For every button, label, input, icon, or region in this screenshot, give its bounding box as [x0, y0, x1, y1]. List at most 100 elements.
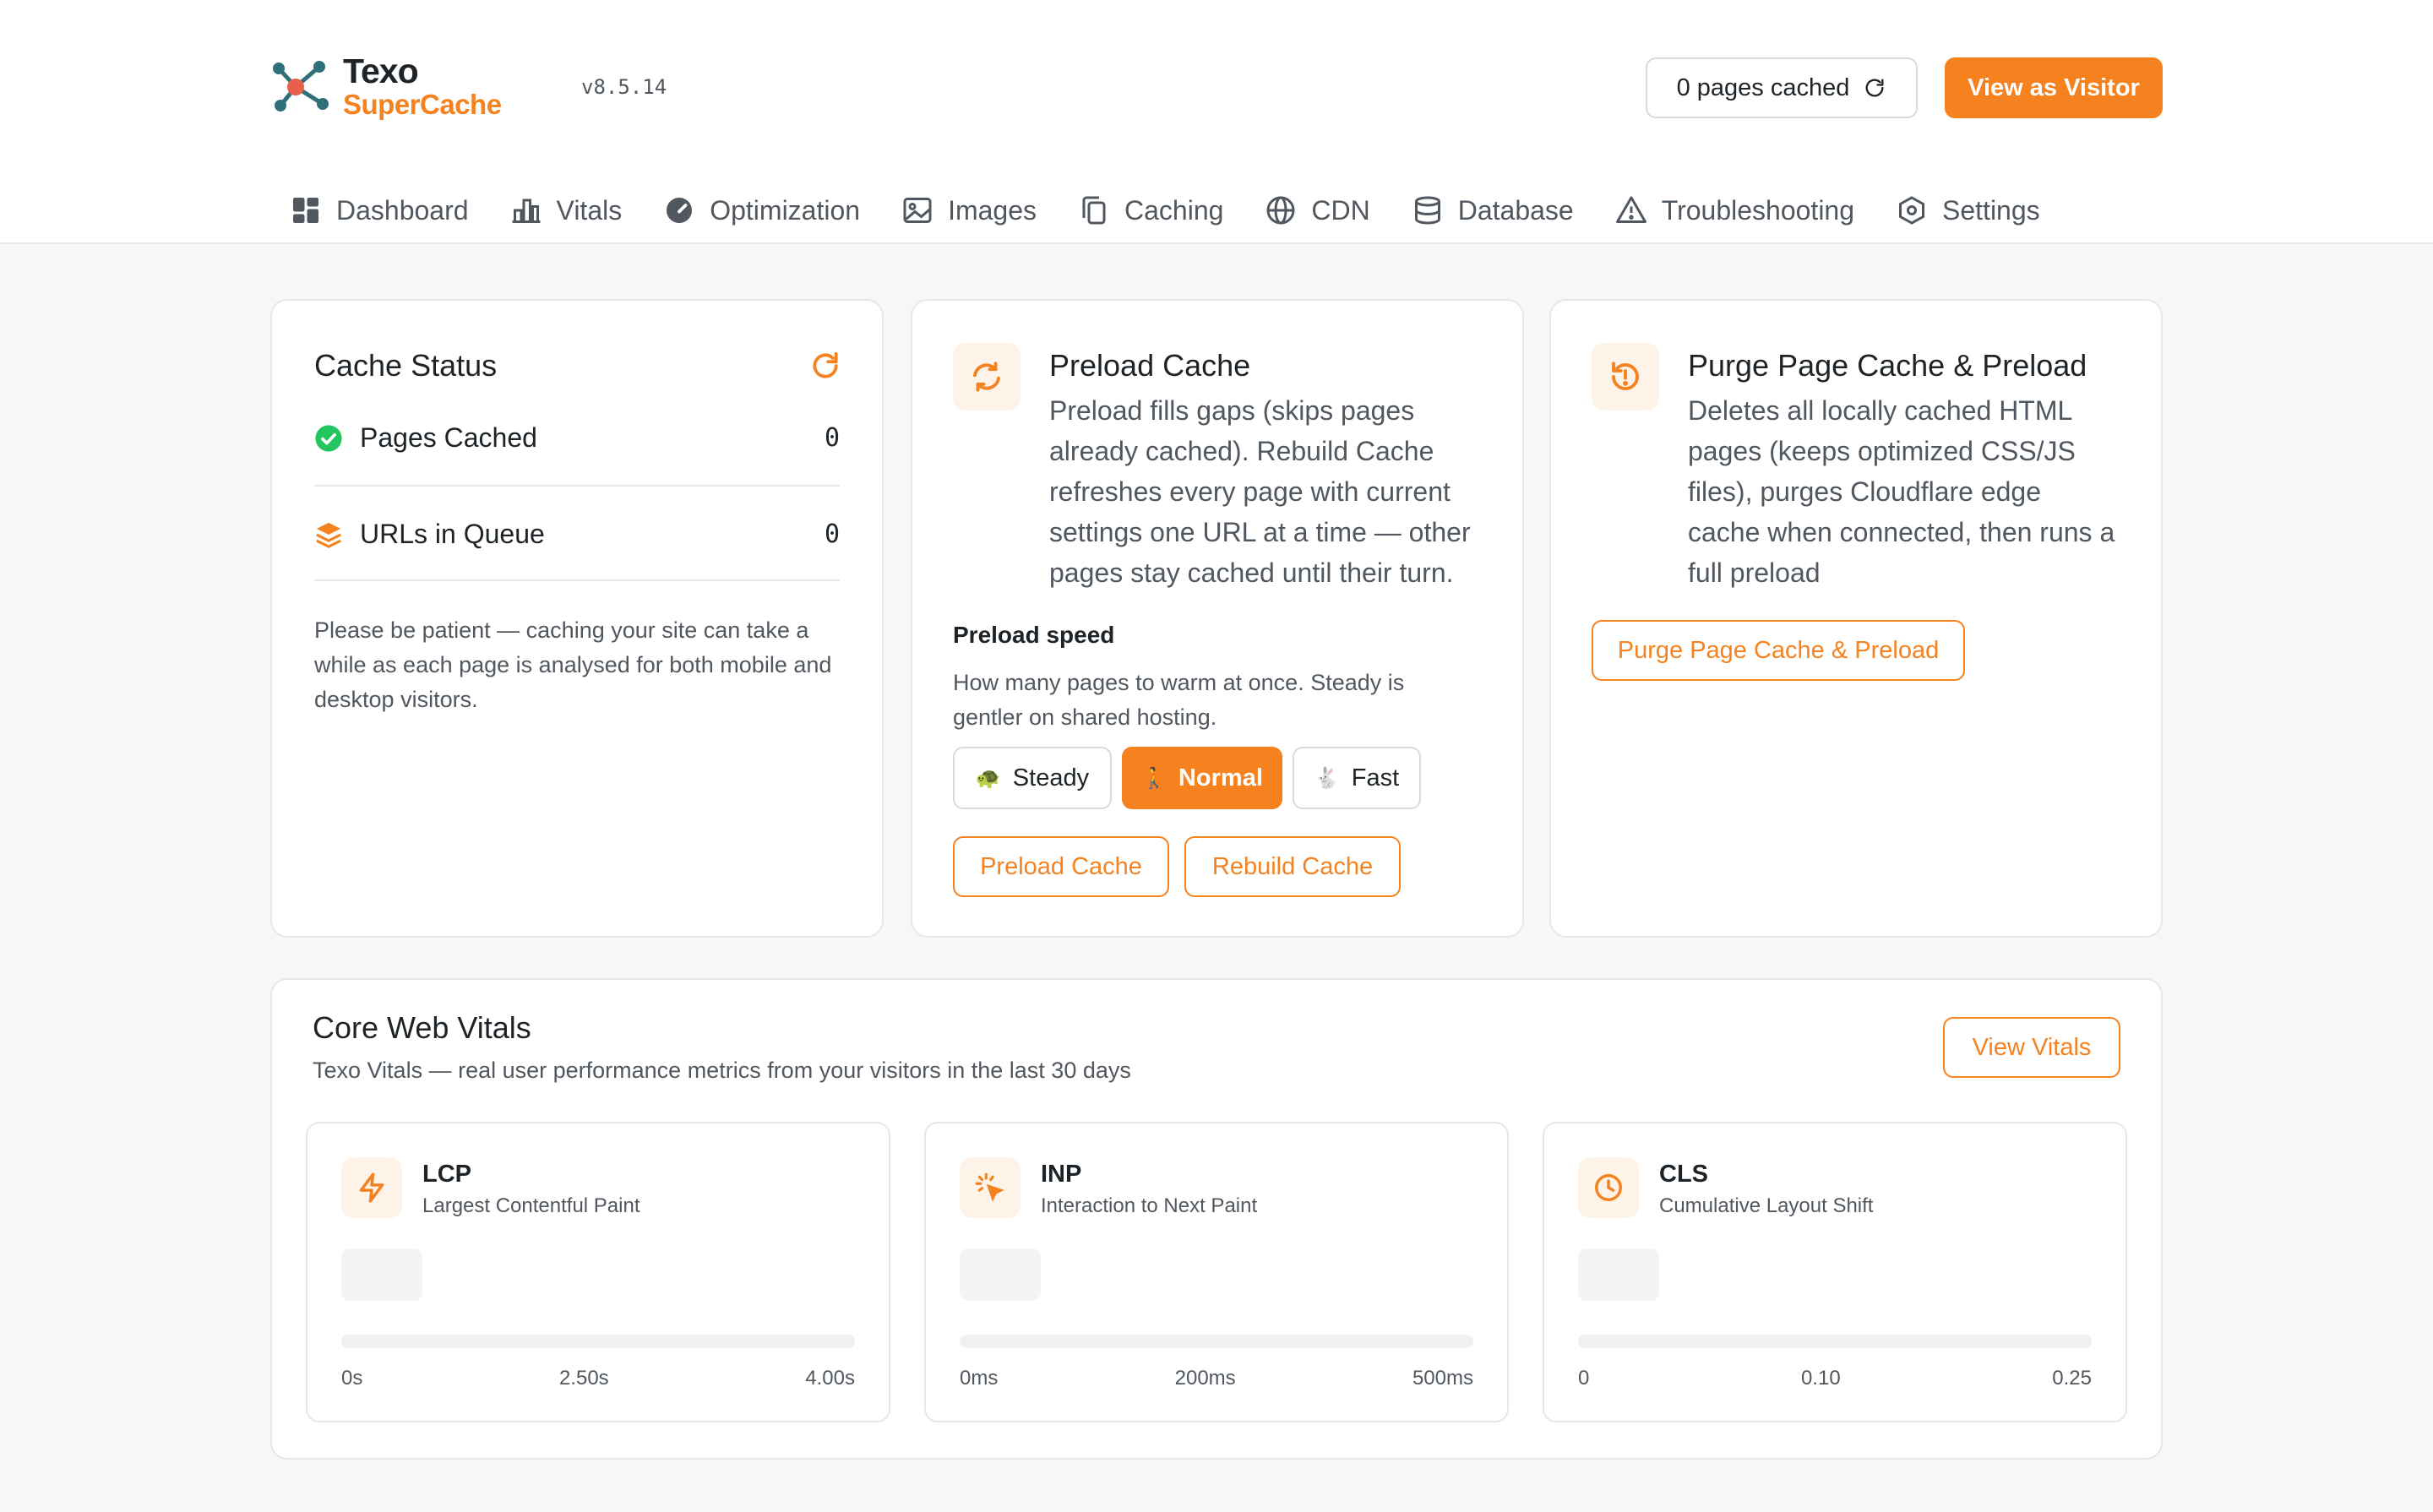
- vital-fullname: Largest Contentful Paint: [422, 1194, 640, 1217]
- tick-label: 0.25: [2052, 1367, 2092, 1390]
- urls-queue-value: 0: [824, 519, 840, 549]
- bar-chart-icon: [512, 199, 541, 223]
- purge-icon-box: [1592, 343, 1659, 411]
- vital-fullname: Cumulative Layout Shift: [1659, 1194, 1874, 1217]
- pages-cached-value: 0: [824, 423, 840, 453]
- vital-fullname: Interaction to Next Paint: [1041, 1194, 1258, 1217]
- vital-value-placeholder: [960, 1248, 1041, 1301]
- layers-icon: [316, 522, 341, 548]
- vital-value-placeholder: [1578, 1248, 1659, 1301]
- speed-steady-button[interactable]: 🐢 Steady: [953, 747, 1112, 809]
- tick-label: 4.00s: [805, 1367, 855, 1390]
- rabbit-icon: 🐇: [1314, 766, 1340, 790]
- speed-label: Fast: [1351, 764, 1400, 791]
- nav-label: Dashboard: [336, 194, 469, 226]
- nav-item-cdn[interactable]: CDN: [1265, 188, 1370, 233]
- brand-name: Texo: [343, 52, 419, 90]
- vital-icon-box: [960, 1157, 1021, 1218]
- nav-item-caching[interactable]: Caching: [1079, 188, 1223, 233]
- tick-label: 0: [1578, 1367, 1590, 1390]
- brand-logo[interactable]: Texo SuperCache: [270, 54, 502, 118]
- refresh-icon: [1865, 79, 1884, 97]
- tick-label: 0.10: [1800, 1367, 1841, 1390]
- preload-card: Preload Cache Preload fills gaps (skips …: [911, 299, 1524, 938]
- preload-title: Preload Cache: [1049, 348, 1251, 383]
- nav-item-vitals[interactable]: Vitals: [511, 188, 623, 233]
- vital-icon-box: [1578, 1157, 1639, 1218]
- preload-cache-button[interactable]: Preload Cache: [953, 836, 1169, 897]
- preload-speed-title: Preload speed: [953, 622, 1115, 648]
- nav-item-dashboard[interactable]: Dashboard: [291, 188, 469, 233]
- divider: [314, 579, 840, 581]
- view-as-visitor-button[interactable]: View as Visitor: [1945, 57, 2163, 118]
- speed-label: Normal: [1178, 764, 1263, 791]
- network-logo-icon: [273, 61, 329, 111]
- tick-label: 2.50s: [558, 1367, 609, 1390]
- nav-item-database[interactable]: Database: [1412, 188, 1574, 233]
- clock-icon: [1595, 1174, 1622, 1201]
- vital-card-lcp: LCP Largest Contentful Paint 0s 2.50s 4.…: [306, 1122, 890, 1422]
- cache-status-title: Cache Status: [314, 348, 498, 383]
- cache-status-card: Cache Status Pages Cached 0 URLs in Queu…: [270, 299, 884, 938]
- nav-label: Vitals: [556, 194, 623, 226]
- nav-label: CDN: [1311, 194, 1370, 226]
- purge-description: Deletes all locally cached HTML pages (k…: [1688, 395, 2115, 588]
- image-icon: [903, 198, 932, 223]
- database-icon: [1414, 196, 1440, 225]
- vital-ticks: 0 0.10 0.25: [1578, 1367, 2092, 1390]
- vital-threshold-bar: [1578, 1335, 2092, 1348]
- preload-icon-box: [953, 343, 1021, 411]
- nav-item-optimization[interactable]: Optimization: [664, 188, 860, 233]
- vital-name: INP: [1041, 1161, 1082, 1188]
- vital-icon-box: [341, 1157, 402, 1218]
- top-bar: Texo SuperCache v8.5.14 0 pages cached V…: [0, 0, 2433, 244]
- reset-alert-icon: [1612, 362, 1639, 390]
- vital-card-inp: INP Interaction to Next Paint 0ms 200ms …: [924, 1122, 1509, 1422]
- vital-threshold-bar: [960, 1335, 1473, 1348]
- version-label: v8.5.14: [581, 75, 667, 99]
- purge-title: Purge Page Cache & Preload: [1688, 348, 2087, 383]
- purge-preload-button[interactable]: Purge Page Cache & Preload: [1592, 620, 1965, 681]
- nav-item-images[interactable]: Images: [902, 188, 1037, 233]
- pages-cached-button[interactable]: 0 pages cached: [1646, 57, 1918, 118]
- speed-label: Steady: [1012, 764, 1090, 791]
- nav-label: Images: [948, 194, 1037, 226]
- vital-ticks: 0ms 200ms 500ms: [960, 1367, 1473, 1390]
- copy-icon: [1082, 196, 1106, 225]
- tick-label: 0s: [341, 1367, 363, 1390]
- tick-label: 500ms: [1412, 1367, 1473, 1390]
- check-circle-icon: [315, 424, 342, 452]
- rebuild-cache-button[interactable]: Rebuild Cache: [1184, 836, 1401, 897]
- vital-threshold-bar: [341, 1335, 855, 1348]
- gauge-icon: [667, 198, 693, 223]
- speed-fast-button[interactable]: 🐇 Fast: [1293, 747, 1421, 809]
- vital-name: CLS: [1659, 1161, 1708, 1188]
- hexagon-settings-icon: [1899, 196, 1925, 225]
- divider: [314, 485, 840, 487]
- vital-card-cls: CLS Cumulative Layout Shift 0 0.10 0.25: [1543, 1122, 2127, 1422]
- globe-icon: [1266, 196, 1295, 225]
- vital-name: LCP: [422, 1161, 471, 1188]
- refresh-icon[interactable]: [809, 350, 841, 382]
- nav-label: Caching: [1124, 194, 1224, 226]
- main-nav: Dashboard Vitals Optimization Images Cac…: [291, 188, 2082, 233]
- nav-label: Troubleshooting: [1661, 194, 1855, 226]
- tick-label: 200ms: [1174, 1367, 1236, 1390]
- nav-label: Database: [1457, 194, 1574, 226]
- brand-product: SuperCache: [343, 89, 502, 120]
- dashboard-icon: [293, 198, 318, 223]
- view-vitals-button[interactable]: View Vitals: [1943, 1017, 2120, 1078]
- nav-item-troubleshooting[interactable]: Troubleshooting: [1615, 188, 1855, 233]
- vital-ticks: 0s 2.50s 4.00s: [341, 1367, 855, 1390]
- speed-normal-button[interactable]: 🚶 Normal: [1122, 747, 1282, 809]
- nav-item-settings[interactable]: Settings: [1897, 188, 2040, 233]
- preload-speed-description: How many pages to warm at once. Steady i…: [953, 670, 1405, 730]
- vitals-subtitle: Texo Vitals — real user performance metr…: [313, 1058, 1131, 1083]
- urls-queue-label: URLs in Queue: [360, 519, 545, 549]
- cache-note: Please be patient — caching your site ca…: [314, 617, 832, 712]
- nav-label: Optimization: [710, 194, 861, 226]
- pages-cached-row: Pages Cached 0: [314, 422, 840, 454]
- walking-icon: 🚶: [1141, 766, 1167, 790]
- pages-cached-label: Pages Cached: [360, 422, 537, 453]
- vital-value-placeholder: [341, 1248, 422, 1301]
